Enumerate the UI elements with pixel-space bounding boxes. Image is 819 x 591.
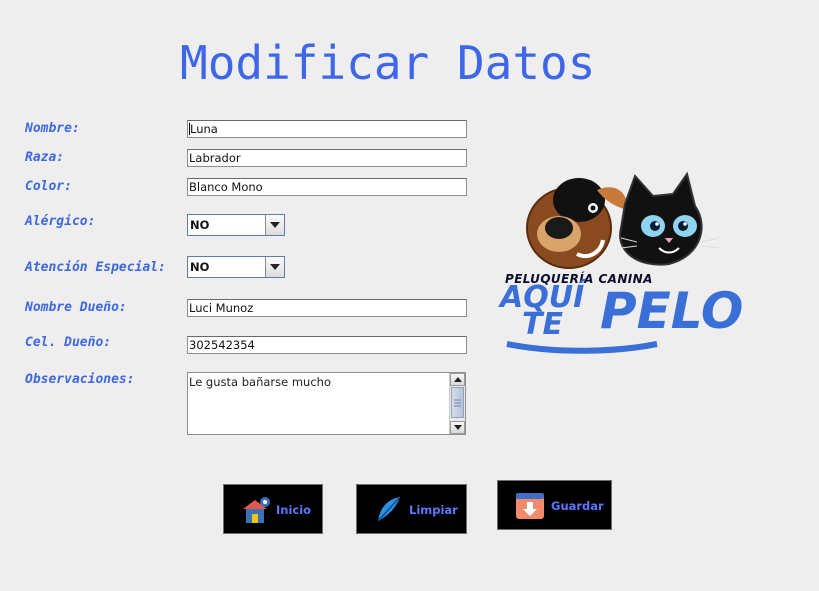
guardar-label: Guardar [551,499,604,513]
scroll-thumb[interactable] [451,387,464,418]
alergico-selected-value: NO [190,218,210,232]
label-observaciones: Observaciones: [25,372,135,387]
scroll-up-button[interactable] [450,373,465,386]
limpiar-label: Limpiar [409,503,458,517]
observaciones-textarea[interactable]: Le gusta bañarse mucho [187,372,466,435]
atencion-especial-select[interactable]: NO [187,256,285,278]
cel-dueno-input[interactable]: 302542354 [187,336,467,354]
chevron-down-icon [270,264,280,270]
grip-icon [454,399,461,407]
chevron-down-icon [270,222,280,228]
raza-value: Labrador [189,151,241,165]
observaciones-value: Le gusta bañarse mucho [189,375,331,389]
label-alergico: Alérgico: [25,214,96,229]
page-title: Modificar Datos [180,36,596,90]
nombre-input[interactable]: Luna [187,120,467,138]
alergico-dropdown-button[interactable] [265,215,284,235]
alergico-select[interactable]: NO [187,214,285,236]
logo-pelo: PELO [600,282,744,340]
logo-te: TE [522,307,563,342]
feather-icon [377,496,401,522]
cel-dueno-value: 302542354 [189,338,255,352]
atencion-selected-value: NO [190,260,210,274]
color-input[interactable]: Blanco Mono [187,178,467,196]
guardar-button[interactable]: Guardar [497,480,612,530]
label-color: Color: [25,179,72,194]
inicio-label: Inicio [276,503,312,517]
limpiar-button[interactable]: Limpiar [356,484,467,534]
label-nombre-dueno: Nombre Dueño: [25,300,127,315]
label-cel-dueno: Cel. Dueño: [25,335,112,350]
arrow-down-icon [454,425,462,430]
color-value: Blanco Mono [189,180,263,194]
scroll-down-button[interactable] [450,421,465,434]
nombre-value: Luna [190,122,218,136]
observaciones-scrollbar[interactable] [449,373,465,434]
nombre-dueno-value: Luci Munoz [189,301,254,315]
raza-input[interactable]: Labrador [187,149,467,167]
download-save-icon [516,493,544,519]
label-nombre: Nombre: [25,121,80,136]
nombre-dueno-input[interactable]: Luci Munoz [187,299,467,317]
inicio-button[interactable]: Inicio [223,484,323,534]
atencion-dropdown-button[interactable] [265,257,284,277]
label-raza: Raza: [25,150,65,165]
arrow-up-icon [454,377,462,382]
label-atencion-especial: Atención Especial: [25,260,166,275]
home-icon [243,497,270,523]
